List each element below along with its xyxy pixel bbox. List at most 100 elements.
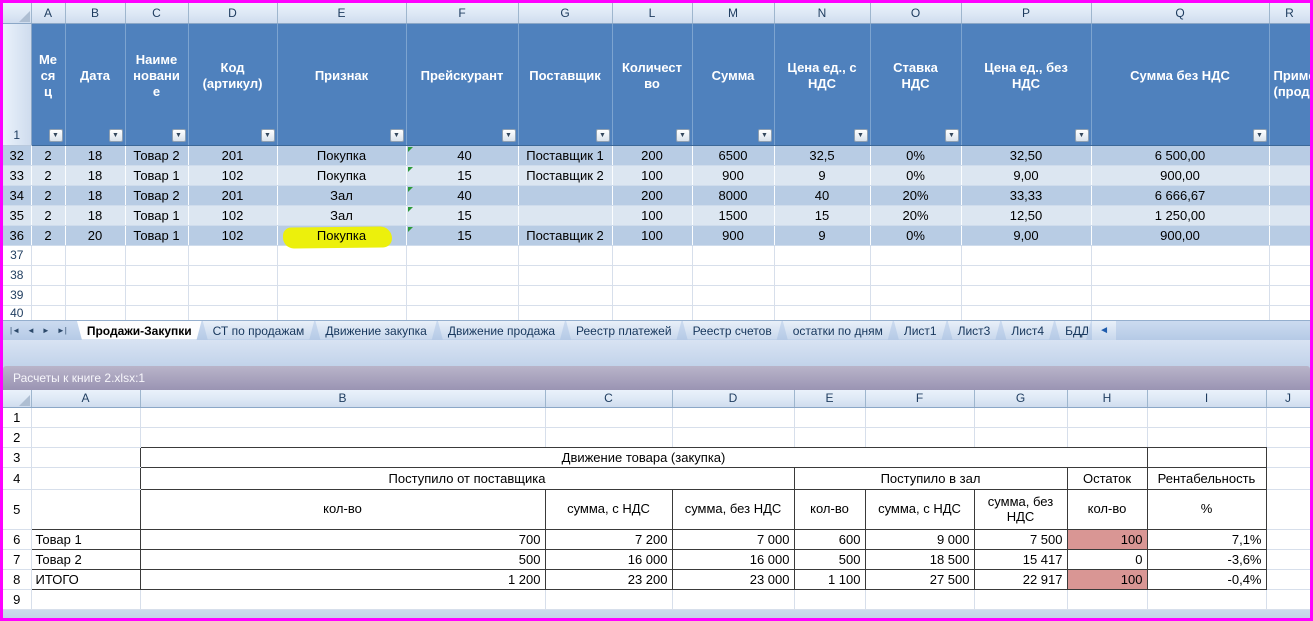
cell[interactable]: 201 [188, 145, 277, 165]
cell[interactable] [31, 265, 65, 285]
cell[interactable]: 18 [65, 205, 125, 225]
cell[interactable]: Поставщик 2 [518, 225, 612, 245]
row-header[interactable]: 40 [3, 305, 31, 320]
cell[interactable] [1266, 590, 1310, 610]
cell[interactable] [774, 305, 870, 320]
column-header[interactable]: E [277, 3, 406, 23]
select-all-corner[interactable] [3, 3, 31, 23]
table-column-header[interactable]: Цена ед., с НДС▼ [774, 23, 870, 145]
cell[interactable]: 200 [612, 145, 692, 165]
cell[interactable] [961, 245, 1091, 265]
cell[interactable] [870, 305, 961, 320]
cell[interactable]: 15 [774, 205, 870, 225]
cell[interactable] [961, 285, 1091, 305]
cell[interactable] [406, 265, 518, 285]
cell[interactable] [188, 245, 277, 265]
row-header[interactable]: 33 [3, 165, 31, 185]
cell[interactable] [774, 245, 870, 265]
cell[interactable] [518, 205, 612, 225]
row-header[interactable]: 37 [3, 245, 31, 265]
column-header[interactable]: C [545, 390, 672, 408]
cell[interactable]: 900,00 [1091, 225, 1269, 245]
cell[interactable]: 9,00 [961, 225, 1091, 245]
cell[interactable] [31, 490, 140, 530]
cell[interactable]: 23 000 [672, 570, 794, 590]
row-header[interactable]: 8 [3, 570, 31, 590]
subheader-cell[interactable]: сумма, без НДС [974, 490, 1067, 530]
column-header[interactable]: D [188, 3, 277, 23]
cell[interactable] [125, 285, 188, 305]
cell[interactable] [31, 285, 65, 305]
autofilter-button[interactable]: ▼ [1253, 129, 1267, 142]
cell[interactable]: 32,50 [961, 145, 1091, 165]
sheet-tab[interactable]: Лист3 [948, 321, 1001, 340]
cell[interactable]: 22 917 [974, 570, 1067, 590]
cell[interactable] [961, 265, 1091, 285]
cell[interactable] [1067, 590, 1147, 610]
cell[interactable]: 20% [870, 185, 961, 205]
subheader-cell[interactable]: кол-во [794, 490, 865, 530]
cell[interactable]: 0% [870, 225, 961, 245]
table-column-header[interactable]: Поставщик▼ [518, 23, 612, 145]
cell[interactable]: Товар 2 [125, 145, 188, 165]
cell[interactable] [870, 285, 961, 305]
cell[interactable] [277, 265, 406, 285]
tabs-prev-icon[interactable]: ◄ [27, 326, 35, 335]
row-label[interactable]: Товар 2 [31, 550, 140, 570]
cell-highlighted[interactable]: 100 [1067, 570, 1147, 590]
cell[interactable] [1091, 245, 1269, 265]
autofilter-button[interactable]: ▼ [172, 129, 186, 142]
cell[interactable]: 102 [188, 205, 277, 225]
cell[interactable] [1147, 408, 1266, 428]
column-header[interactable]: D [672, 390, 794, 408]
cell[interactable] [612, 265, 692, 285]
tab-scroll-icon[interactable]: ◄ [1092, 321, 1116, 340]
autofilter-button[interactable]: ▼ [1075, 129, 1089, 142]
cell[interactable] [65, 245, 125, 265]
cell[interactable]: Товар 1 [125, 225, 188, 245]
cell[interactable]: 7 200 [545, 530, 672, 550]
cell[interactable] [1269, 185, 1310, 205]
cell[interactable]: 201 [188, 185, 277, 205]
cell[interactable]: 16 000 [545, 550, 672, 570]
cell[interactable] [961, 305, 1091, 320]
cell[interactable]: 18 500 [865, 550, 974, 570]
column-header[interactable]: H [1067, 390, 1147, 408]
autofilter-button[interactable]: ▼ [854, 129, 868, 142]
cell[interactable]: 6 500,00 [1091, 145, 1269, 165]
table-column-header[interactable]: Ставка НДС▼ [870, 23, 961, 145]
cell[interactable] [1266, 490, 1310, 530]
cell[interactable]: 9 000 [865, 530, 974, 550]
row-header[interactable]: 9 [3, 590, 31, 610]
cell[interactable] [1269, 265, 1310, 285]
autofilter-button[interactable]: ▼ [945, 129, 959, 142]
cell[interactable]: 100 [612, 205, 692, 225]
cell[interactable] [974, 428, 1067, 448]
cell[interactable] [1269, 145, 1310, 165]
cell[interactable] [1147, 590, 1266, 610]
cell[interactable] [794, 590, 865, 610]
table-column-header[interactable]: Сумма▼ [692, 23, 774, 145]
column-header[interactable]: A [31, 390, 140, 408]
cell[interactable]: 1 200 [140, 570, 545, 590]
column-header[interactable]: Q [1091, 3, 1269, 23]
cell[interactable]: 9,00 [961, 165, 1091, 185]
cell[interactable] [974, 590, 1067, 610]
column-header[interactable]: E [794, 390, 865, 408]
subheader-cell[interactable]: кол-во [140, 490, 545, 530]
column-header[interactable]: C [125, 3, 188, 23]
cell[interactable] [1266, 530, 1310, 550]
cell[interactable]: 20 [65, 225, 125, 245]
cell[interactable] [140, 428, 545, 448]
row-label[interactable]: Товар 1 [31, 530, 140, 550]
cell[interactable]: 102 [188, 225, 277, 245]
cell[interactable] [865, 590, 974, 610]
group-header-cell[interactable]: Рентабельность [1147, 468, 1266, 490]
cell[interactable] [612, 305, 692, 320]
cell[interactable]: 20% [870, 205, 961, 225]
column-header[interactable]: M [692, 3, 774, 23]
subheader-cell[interactable]: кол-во [1067, 490, 1147, 530]
cell[interactable] [1266, 448, 1310, 468]
cell[interactable]: 2 [31, 185, 65, 205]
cell[interactable] [125, 265, 188, 285]
